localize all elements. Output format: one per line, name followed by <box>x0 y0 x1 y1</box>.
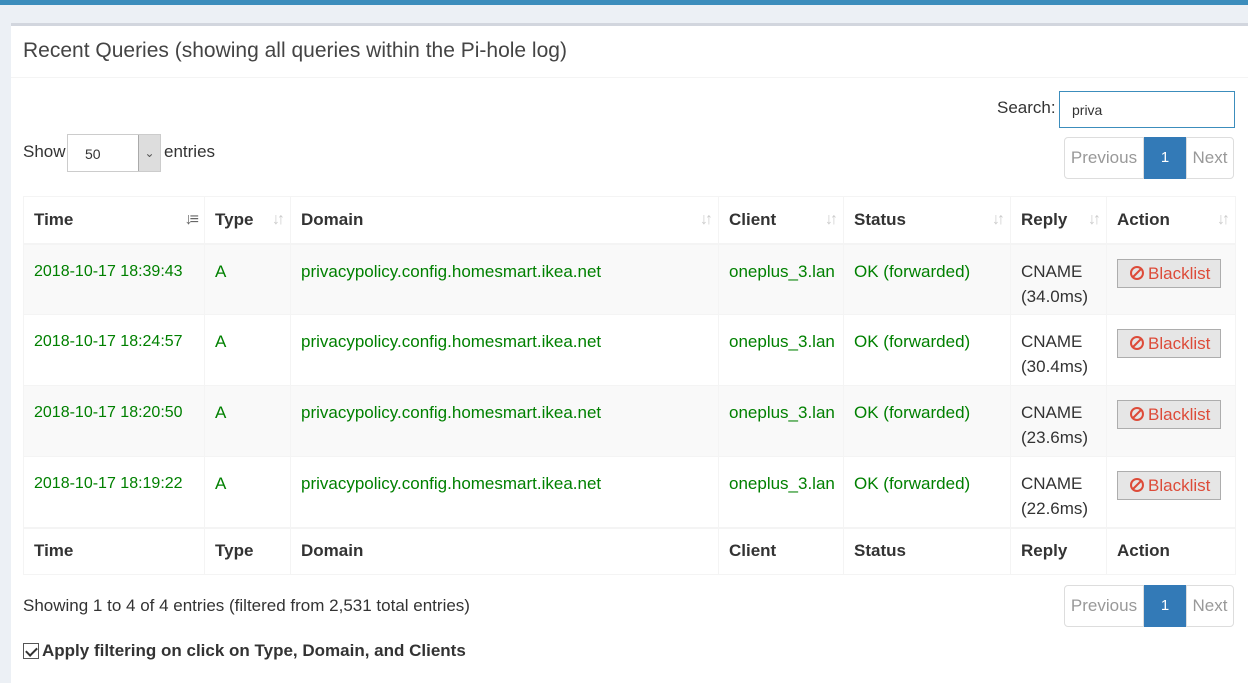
search-input[interactable] <box>1059 91 1235 128</box>
table-footer-row: Time Type Domain Client Status Reply Act… <box>23 526 1236 575</box>
table-row: 2018-10-17 18:24:57 A privacypolicy.conf… <box>23 314 1236 386</box>
cell-domain[interactable]: privacypolicy.config.homesmart.ikea.net <box>290 385 719 457</box>
table-row: 2018-10-17 18:19:22 A privacypolicy.conf… <box>23 456 1236 528</box>
sort-icon: ↓↑ <box>272 211 285 228</box>
cell-reply: CNAME (30.4ms) <box>1010 314 1107 386</box>
entries-label: entries <box>164 142 216 161</box>
reply-type: CNAME <box>1021 403 1083 422</box>
table-row: 2018-10-17 18:39:43 A privacypolicy.conf… <box>23 243 1236 315</box>
ban-icon <box>1130 478 1144 492</box>
checkbox-icon[interactable] <box>23 643 39 659</box>
column-header-type[interactable]: Type ↓↑ <box>204 196 291 245</box>
cell-domain[interactable]: privacypolicy.config.homesmart.ikea.net <box>290 456 719 528</box>
box-header: Recent Queries (showing all queries with… <box>11 26 1248 78</box>
cell-status: OK (forwarded) <box>843 385 1011 457</box>
recent-queries-box: Recent Queries (showing all queries with… <box>11 23 1248 683</box>
cell-client[interactable]: oneplus_3.lan <box>718 456 844 528</box>
cell-action: Blacklist <box>1106 456 1236 528</box>
table-info-text: Showing 1 to 4 of 4 entries (filtered fr… <box>23 596 470 615</box>
column-header-reply[interactable]: Reply ↓↑ <box>1010 196 1107 245</box>
reply-time: (23.6ms) <box>1021 428 1089 447</box>
ban-icon <box>1130 407 1144 421</box>
apply-filtering-label: Apply filtering on click on Type, Domain… <box>42 641 466 660</box>
cell-reply: CNAME (34.0ms) <box>1010 243 1107 315</box>
cell-type[interactable]: A <box>204 314 291 386</box>
column-header-time[interactable]: Time ↓≡ <box>23 196 205 245</box>
column-header-client[interactable]: Client ↓↑ <box>718 196 844 245</box>
previous-page-button[interactable]: Previous <box>1064 585 1144 627</box>
search-label: Search: <box>997 98 1056 117</box>
column-header-status[interactable]: Status ↓↑ <box>843 196 1011 245</box>
blacklist-button[interactable]: Blacklist <box>1117 258 1222 288</box>
reply-time: (34.0ms) <box>1021 286 1089 306</box>
sort-icon: ↓↑ <box>825 211 838 228</box>
column-header-action[interactable]: Action ↓↑ <box>1106 196 1236 245</box>
next-page-button[interactable]: Next <box>1186 585 1234 627</box>
ban-icon <box>1130 265 1144 280</box>
footer-header-domain: Domain <box>290 526 719 575</box>
cell-time: 2018-10-17 18:20:50 <box>23 385 205 457</box>
entries-length-value: 50 <box>85 146 101 162</box>
blacklist-button[interactable]: Blacklist <box>1117 400 1222 429</box>
cell-status: OK (forwarded) <box>843 456 1011 528</box>
cell-domain[interactable]: privacypolicy.config.homesmart.ikea.net <box>290 243 719 315</box>
column-header-domain[interactable]: Domain ↓↑ <box>290 196 719 245</box>
footer-header-time: Time <box>23 526 205 575</box>
cell-client[interactable]: oneplus_3.lan <box>718 243 844 315</box>
cell-action: Blacklist <box>1106 385 1236 457</box>
apply-filtering-option[interactable]: Apply filtering on click on Type, Domain… <box>23 641 466 661</box>
table-header-row: Time ↓≡ Type ↓↑ Domain ↓↑ Client ↓↑ Status ↓↑… <box>23 196 1236 245</box>
cell-type[interactable]: A <box>204 243 291 315</box>
pagination-bottom: Previous 1 Next <box>1064 585 1234 627</box>
cell-reply: CNAME (23.6ms) <box>1010 385 1107 457</box>
page-1-button[interactable]: 1 <box>1144 137 1186 179</box>
blacklist-button[interactable]: Blacklist <box>1117 471 1222 500</box>
cell-client[interactable]: oneplus_3.lan <box>718 385 844 457</box>
footer-header-client: Client <box>718 526 844 575</box>
table-row: 2018-10-17 18:20:50 A privacypolicy.conf… <box>23 385 1236 457</box>
cell-action: Blacklist <box>1106 314 1236 386</box>
sort-icon: ↓↑ <box>1217 211 1230 228</box>
blacklist-button[interactable]: Blacklist <box>1117 329 1222 358</box>
footer-header-action: Action <box>1106 526 1236 575</box>
cell-type[interactable]: A <box>204 456 291 528</box>
next-page-button[interactable]: Next <box>1186 137 1234 179</box>
sort-icon: ↓≡ <box>184 211 199 228</box>
sort-icon: ↓↑ <box>1088 211 1101 228</box>
ban-icon <box>1130 336 1144 350</box>
footer-header-type: Type <box>204 526 291 575</box>
sort-icon: ↓↑ <box>700 211 713 228</box>
top-navbar-strip <box>0 0 1248 5</box>
cell-time: 2018-10-17 18:39:43 <box>23 243 205 315</box>
cell-action: Blacklist <box>1106 243 1236 315</box>
cell-domain[interactable]: privacypolicy.config.homesmart.ikea.net <box>290 314 719 386</box>
cell-time: 2018-10-17 18:19:22 <box>23 456 205 528</box>
cell-type[interactable]: A <box>204 385 291 457</box>
page-title: Recent Queries (showing all queries with… <box>23 39 567 62</box>
reply-type: CNAME <box>1021 474 1083 493</box>
cell-status: OK (forwarded) <box>843 243 1011 315</box>
previous-page-button[interactable]: Previous <box>1064 137 1144 179</box>
reply-time: (22.6ms) <box>1021 499 1089 518</box>
queries-table: Time ↓≡ Type ↓↑ Domain ↓↑ Client ↓↑ Status ↓↑… <box>23 196 1236 575</box>
cell-client[interactable]: oneplus_3.lan <box>718 314 844 386</box>
cell-time: 2018-10-17 18:24:57 <box>23 314 205 386</box>
reply-type: CNAME <box>1021 261 1083 281</box>
reply-type: CNAME <box>1021 332 1083 351</box>
pagination-top: Previous 1 Next <box>1064 137 1234 179</box>
sort-icon: ↓↑ <box>992 211 1005 228</box>
entries-length-select[interactable]: 50 ⌄ <box>67 134 161 172</box>
cell-reply: CNAME (22.6ms) <box>1010 456 1107 528</box>
footer-header-reply: Reply <box>1010 526 1107 575</box>
chevron-down-icon: ⌄ <box>138 135 160 171</box>
show-label: Show <box>23 142 66 161</box>
cell-status: OK (forwarded) <box>843 314 1011 386</box>
page-1-button[interactable]: 1 <box>1144 585 1186 627</box>
reply-time: (30.4ms) <box>1021 357 1089 376</box>
footer-header-status: Status <box>843 526 1011 575</box>
